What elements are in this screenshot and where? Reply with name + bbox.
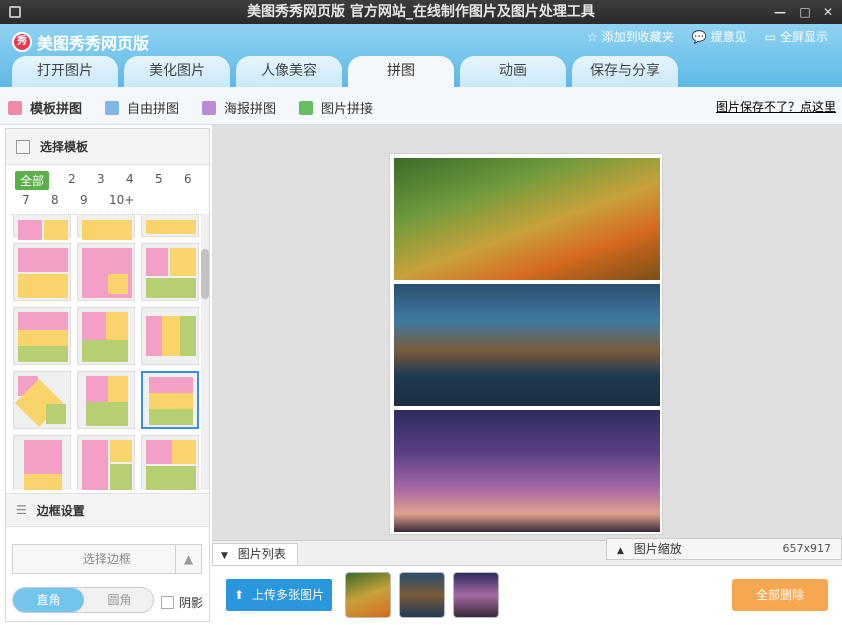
square-corner-option[interactable]: 直角 xyxy=(13,588,84,612)
collage-photo-forest[interactable] xyxy=(394,158,660,280)
app-header: 秀 美图秀秀网页版 ☆ 添加到收藏夹 💬 提意见 ▭ 全屏显示 打开图片 美化图片 人… xyxy=(0,24,842,87)
stitch-icon xyxy=(299,100,313,115)
app-logo[interactable]: 秀 美图秀秀网页版 xyxy=(12,30,149,54)
collage-frame[interactable] xyxy=(389,153,663,535)
add-favorite-link[interactable]: ☆ 添加到收藏夹 xyxy=(587,28,674,45)
minimize-icon[interactable]: — xyxy=(770,0,790,24)
template-layout-icon xyxy=(16,139,30,154)
template-thumb[interactable] xyxy=(141,215,199,237)
count-6[interactable]: 6 xyxy=(184,172,192,186)
image-tray: ⬆ 上传多张图片 全部删除 xyxy=(212,565,842,625)
tab-collage[interactable]: 拼图 xyxy=(348,56,454,87)
upload-images-button[interactable]: ⬆ 上传多张图片 xyxy=(226,579,332,611)
template-collage-icon xyxy=(8,100,22,115)
template-thumb[interactable] xyxy=(141,307,199,365)
count-7[interactable]: 7 xyxy=(22,193,30,207)
mode-stitch[interactable]: 图片拼接 xyxy=(299,98,373,117)
meitu-logo-icon: 秀 xyxy=(12,32,32,52)
maximize-icon[interactable]: □ xyxy=(795,0,815,24)
template-panel-header: 选择模板 xyxy=(6,129,209,165)
template-thumb[interactable] xyxy=(13,243,71,301)
count-10-plus[interactable]: 10+ xyxy=(109,193,134,207)
collage-photo-canal[interactable] xyxy=(394,284,660,406)
template-thumb[interactable] xyxy=(77,435,135,490)
round-corner-option[interactable]: 圆角 xyxy=(84,588,153,612)
template-thumb[interactable] xyxy=(141,435,199,490)
border-settings-header: ☰ 边框设置 xyxy=(6,493,209,527)
image-zoom-tab[interactable]: ▲ 图片缩放 657x917 xyxy=(606,538,842,560)
shadow-checkbox[interactable] xyxy=(161,596,174,609)
count-5[interactable]: 5 xyxy=(155,172,163,186)
corner-toggle[interactable]: 直角 圆角 xyxy=(12,587,154,613)
free-collage-icon xyxy=(105,100,119,115)
tab-open-image[interactable]: 打开图片 xyxy=(12,56,118,87)
tab-save-share[interactable]: 保存与分享 xyxy=(572,56,678,87)
count-3[interactable]: 3 xyxy=(97,172,105,186)
template-thumb[interactable] xyxy=(77,371,135,429)
template-thumb[interactable] xyxy=(13,435,71,490)
poster-collage-icon xyxy=(202,100,216,115)
fullscreen-icon: ▭ xyxy=(764,30,776,44)
template-thumb[interactable] xyxy=(77,307,135,365)
template-thumb-selected[interactable] xyxy=(141,371,199,429)
image-list-area: ▼ 图片列表 ▲ 图片缩放 657x917 ⬆ 上传多张图片 全部删除 xyxy=(212,538,842,625)
save-help-link[interactable]: 图片保存不了？点这里 xyxy=(716,98,836,115)
template-thumb[interactable] xyxy=(13,215,71,240)
count-8[interactable]: 8 xyxy=(51,193,59,207)
count-2[interactable]: 2 xyxy=(68,172,76,186)
shadow-option[interactable]: 阴影 xyxy=(161,594,203,611)
fullscreen-link[interactable]: ▭ 全屏显示 xyxy=(765,28,828,45)
collage-photo-sunset[interactable] xyxy=(394,410,660,532)
template-panel: 选择模板 全部 2 3 4 5 6 7 8 9 10+ ☰ 边框设置 选择边框 … xyxy=(5,128,210,622)
mode-free[interactable]: 自由拼图 xyxy=(105,98,179,117)
template-thumb[interactable] xyxy=(141,243,199,301)
image-thumb-forest[interactable] xyxy=(345,572,391,618)
template-scrollbar[interactable] xyxy=(201,214,209,490)
template-thumb[interactable] xyxy=(77,215,135,240)
logo-text: 美图秀秀网页版 xyxy=(37,34,150,53)
feedback-link[interactable]: 💬 提意见 xyxy=(692,28,747,45)
tab-beautify[interactable]: 美化图片 xyxy=(124,56,230,87)
count-4[interactable]: 4 xyxy=(126,172,134,186)
mode-poster[interactable]: 海报拼图 xyxy=(202,98,276,117)
tab-animation[interactable]: 动画 xyxy=(460,56,566,87)
photo-count-filter: 全部 2 3 4 5 6 7 8 9 10+ xyxy=(6,165,209,210)
image-thumb-canal[interactable] xyxy=(399,572,445,618)
count-9[interactable]: 9 xyxy=(80,193,88,207)
count-all[interactable]: 全部 xyxy=(15,171,50,190)
template-thumb[interactable] xyxy=(13,371,71,429)
sliders-icon: ☰ xyxy=(16,503,27,517)
window-menu-icon[interactable] xyxy=(9,6,21,18)
mode-template[interactable]: 模板拼图 xyxy=(8,98,82,117)
tab-portrait[interactable]: 人像美容 xyxy=(236,56,342,87)
window-titlebar: 美图秀秀网页版 官方网站_在线制作图片及图片处理工具 — □ ✕ xyxy=(0,0,842,24)
collage-mode-bar: 模板拼图 自由拼图 海报拼图 图片拼接 图片保存不了？点这里 xyxy=(0,87,842,125)
triangle-up-icon: ▲ xyxy=(617,546,624,556)
image-thumb-sunset[interactable] xyxy=(453,572,499,618)
arrow-up-icon: ⬆ xyxy=(234,588,245,602)
template-scrollbar-thumb[interactable] xyxy=(201,249,209,299)
comment-icon: 💬 xyxy=(691,30,707,44)
template-thumb[interactable] xyxy=(77,243,135,301)
window-title: 美图秀秀网页版 官方网站_在线制作图片及图片处理工具 xyxy=(247,4,595,20)
template-thumb[interactable] xyxy=(13,307,71,365)
chevron-up-icon[interactable]: ▲ xyxy=(175,545,201,573)
delete-all-button[interactable]: 全部删除 xyxy=(732,579,828,611)
border-select[interactable]: 选择边框 ▲ xyxy=(12,544,202,574)
collage-canvas xyxy=(212,125,842,540)
template-grid xyxy=(11,214,201,490)
image-list-tab[interactable]: ▼ 图片列表 xyxy=(212,543,298,565)
image-dimensions: 657x917 xyxy=(782,542,831,555)
triangle-down-icon: ▼ xyxy=(221,551,228,561)
star-icon: ☆ xyxy=(586,30,598,44)
close-icon[interactable]: ✕ xyxy=(818,0,838,24)
